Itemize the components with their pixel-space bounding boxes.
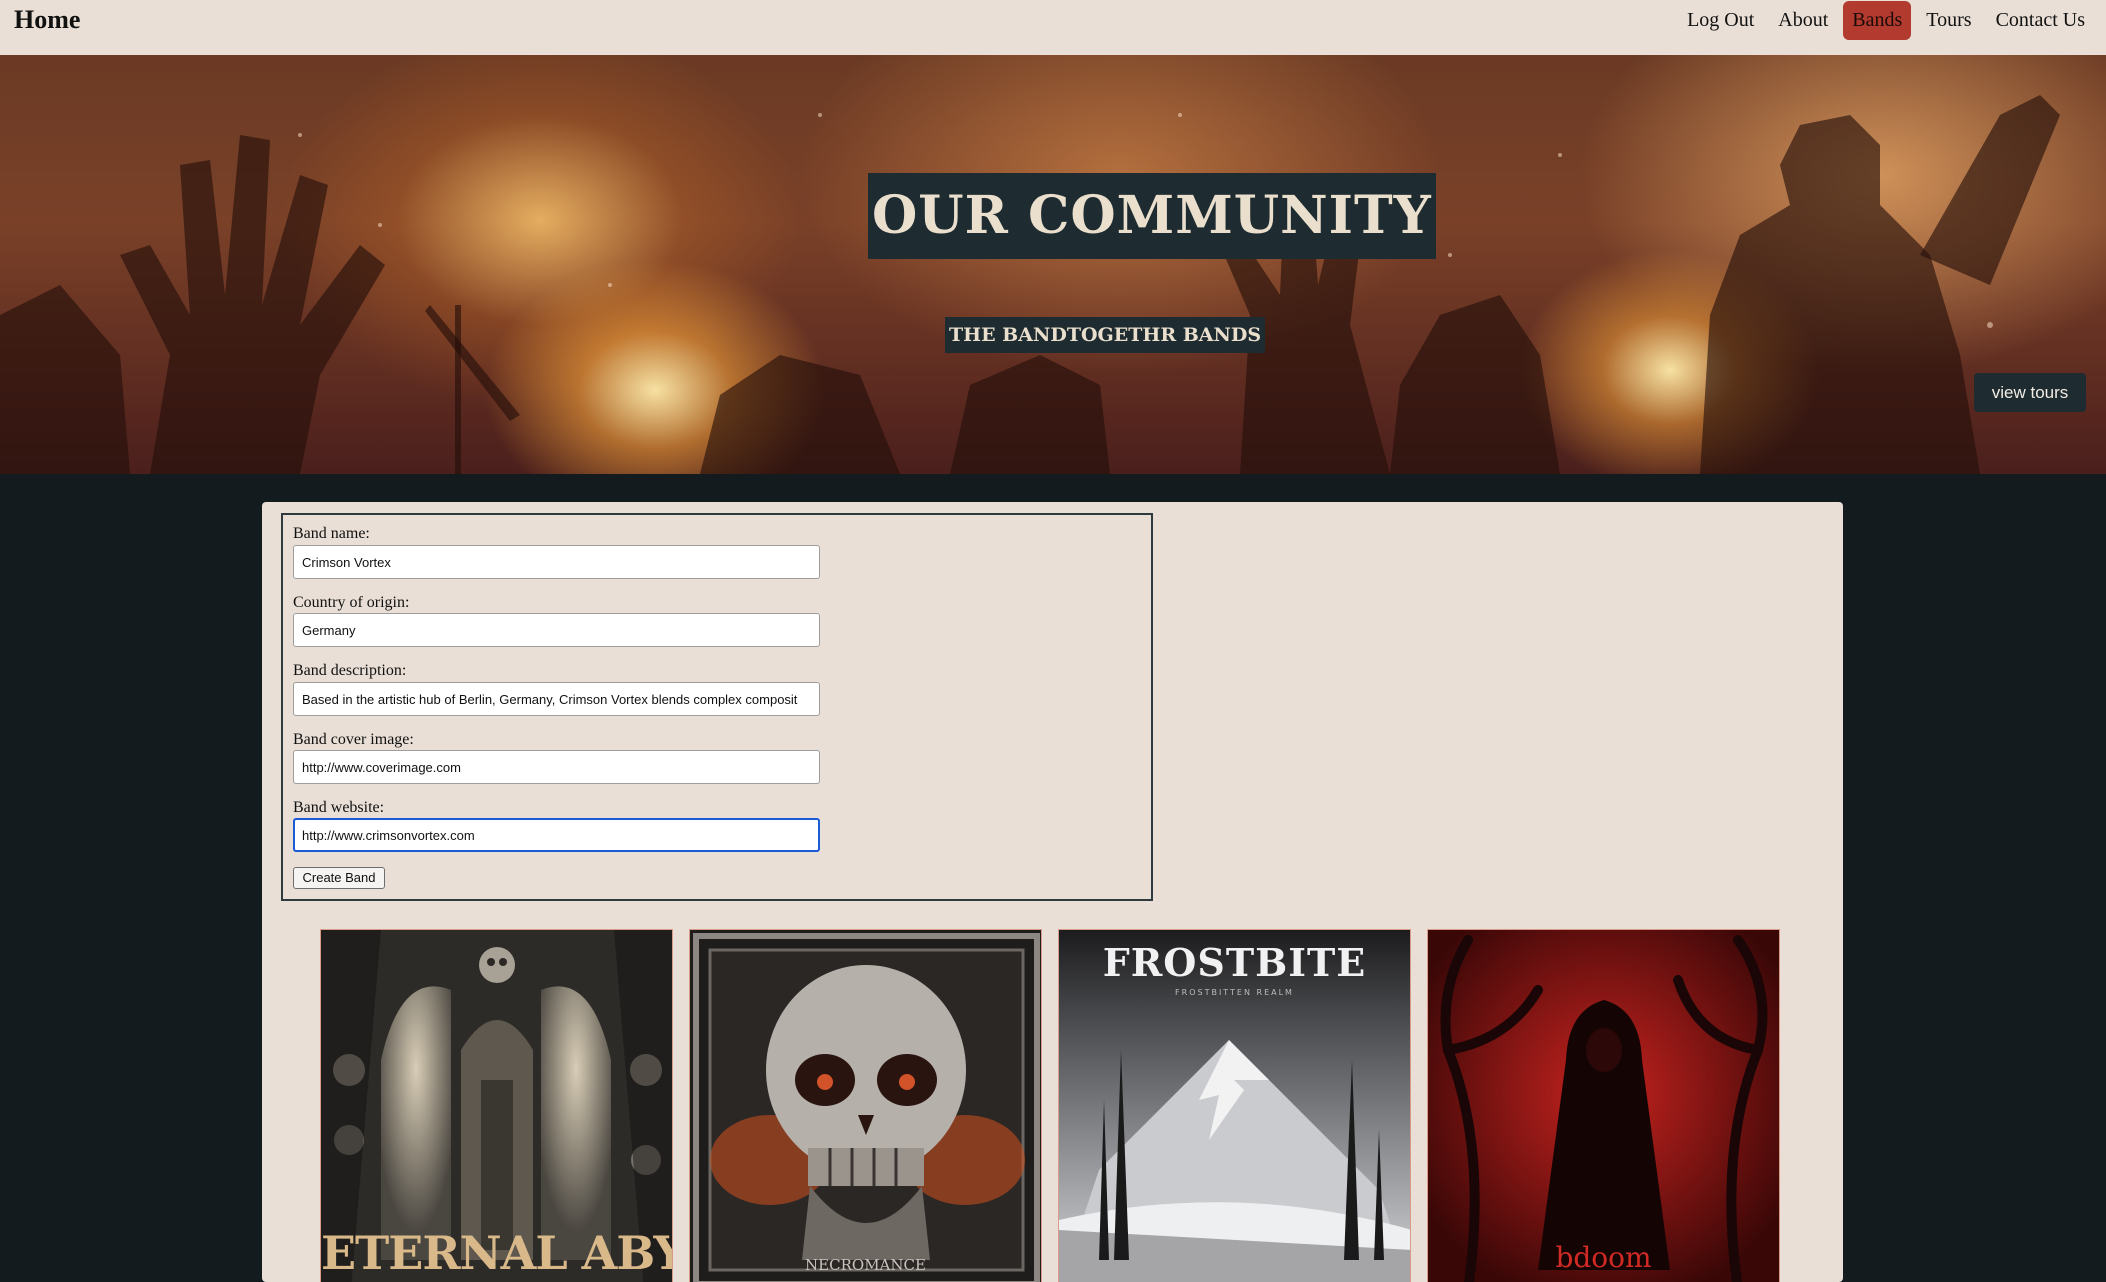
bdoom-cover — [1428, 930, 1779, 1282]
create-band-form: Band name: Country of origin: Band descr… — [281, 513, 1153, 901]
frostbite-cover-subtext: FROSTBITTEN REALM — [1175, 988, 1294, 997]
country-input[interactable] — [293, 613, 820, 647]
country-label: Country of origin: — [293, 594, 410, 611]
skull-cover — [690, 930, 1041, 1282]
website-input[interactable] — [293, 818, 820, 852]
band-name-input[interactable] — [293, 545, 820, 579]
band-card-bdoom[interactable]: bdoom — [1427, 929, 1780, 1282]
top-navbar: Home Log Out About Bands Tours Contact U… — [0, 0, 2106, 55]
view-tours-button[interactable]: view tours — [1974, 373, 2086, 412]
website-label: Band website: — [293, 799, 385, 816]
nav-contact-us[interactable]: Contact Us — [1987, 1, 2094, 40]
band-card-necromance[interactable]: NECROMANCE — [689, 929, 1042, 1282]
description-label: Band description: — [293, 662, 407, 679]
necromance-cover-text: NECROMANCE — [805, 1256, 926, 1274]
nav-about[interactable]: About — [1769, 1, 1837, 40]
nav-tours[interactable]: Tours — [1917, 1, 1980, 40]
bdoom-cover-text: bdoom — [1555, 1241, 1652, 1274]
band-name-label: Band name: — [293, 525, 370, 542]
band-card-frostbite[interactable]: FROSTBITE FROSTBITTEN REALM — [1058, 929, 1411, 1282]
hero-banner: OUR COMMUNITY THE BANDTOGETHR BANDS view… — [0, 55, 2106, 474]
hero-title: OUR COMMUNITY — [868, 173, 1436, 259]
eternal-abyss-cover-text: ETERNAL ABYSS — [321, 1226, 672, 1280]
hero-subtitle: THE BANDTOGETHR BANDS — [945, 317, 1266, 353]
create-band-button[interactable]: Create Band — [293, 867, 385, 889]
nav-log-out[interactable]: Log Out — [1678, 1, 1763, 40]
description-input[interactable] — [293, 682, 820, 716]
nav-links: Log Out About Bands Tours Contact Us — [1672, 0, 2094, 40]
home-link[interactable]: Home — [14, 4, 80, 36]
cover-image-label: Band cover image: — [293, 731, 414, 748]
concert-crowd-photo — [0, 95, 2060, 474]
cover-image-input[interactable] — [293, 750, 820, 784]
nav-bands[interactable]: Bands — [1843, 0, 1912, 40]
bands-panel: Band name: Country of origin: Band descr… — [262, 502, 1843, 1282]
band-card-eternal-abyss[interactable]: ETERNAL ABYSS — [320, 929, 673, 1282]
frostbite-cover-text: FROSTBITE — [1102, 940, 1367, 985]
